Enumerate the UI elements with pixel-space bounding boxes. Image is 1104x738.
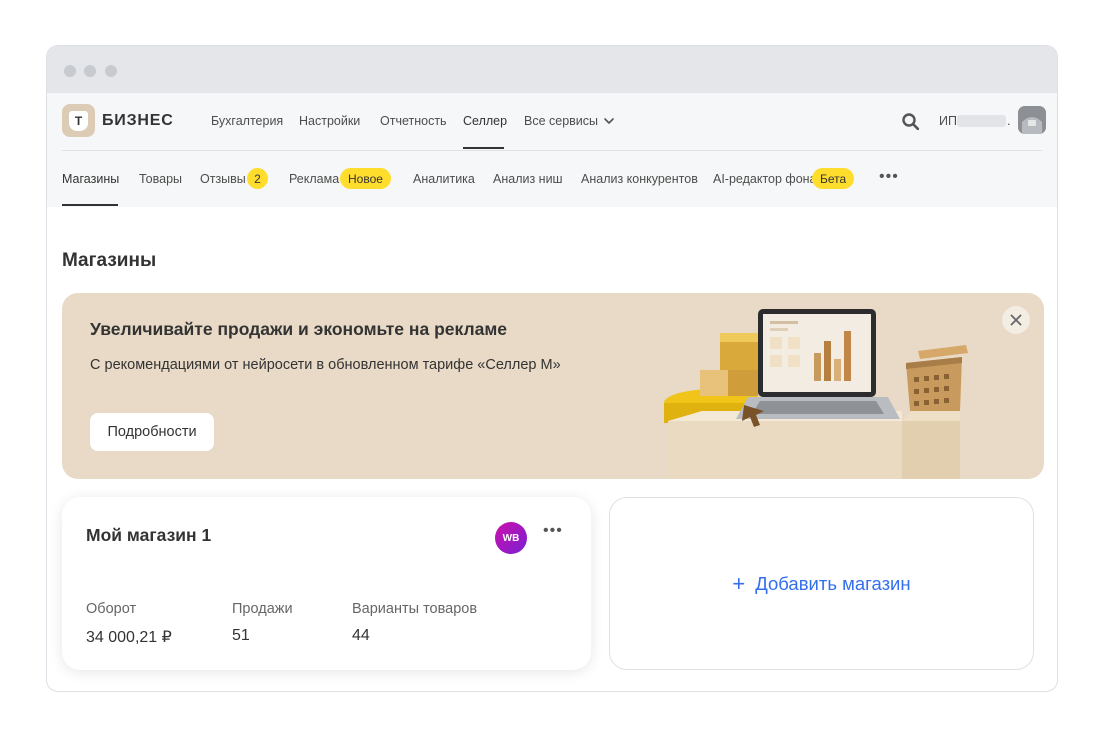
- tab-products[interactable]: Товары: [139, 172, 182, 186]
- stat-value-turnover: 34 000,21 ₽: [86, 629, 172, 646]
- sub-navigation: Магазины Товары Отзывы 2 Реклама Новое А…: [47, 151, 1057, 207]
- window-titlebar: [47, 46, 1057, 93]
- promo-illustration: [664, 309, 968, 479]
- account-name[interactable]: ИП: [939, 114, 957, 128]
- brand-name: БИЗНЕС: [102, 111, 174, 129]
- tab-stores[interactable]: Магазины: [62, 172, 119, 186]
- wildberries-icon: WB: [495, 522, 527, 554]
- nav-item-accounting[interactable]: Бухгалтерия: [211, 114, 283, 128]
- stat-value-product-variants: 44: [352, 627, 370, 644]
- nav-item-all-services[interactable]: Все сервисы: [524, 114, 614, 128]
- tab-analytics[interactable]: Аналитика: [413, 172, 475, 186]
- tab-ads[interactable]: Реклама: [289, 172, 339, 186]
- chevron-down-icon: [604, 118, 614, 124]
- nav-item-all-services-label: Все сервисы: [524, 114, 599, 128]
- brand-logo[interactable]: Т БИЗНЕС: [62, 104, 174, 137]
- tab-competitor-analysis[interactable]: Анализ конкурентов: [581, 172, 698, 186]
- window-control-dot[interactable]: [105, 65, 117, 77]
- add-store-label: Добавить магазин: [755, 572, 911, 594]
- window-control-dot[interactable]: [84, 65, 96, 77]
- stat-value-sales: 51: [232, 627, 250, 644]
- nav-item-seller[interactable]: Селлер: [463, 114, 507, 128]
- avatar[interactable]: [1018, 106, 1046, 134]
- new-badge: Новое: [340, 168, 391, 189]
- top-navigation: Т БИЗНЕС Бухгалтерия Настройки Отчетност…: [47, 93, 1057, 151]
- browser-window: Т БИЗНЕС Бухгалтерия Настройки Отчетност…: [46, 45, 1058, 692]
- tab-niche-analysis[interactable]: Анализ ниш: [493, 172, 563, 186]
- page-title: Магазины: [62, 250, 157, 271]
- close-icon: [1010, 314, 1022, 326]
- nav-item-settings[interactable]: Настройки: [299, 114, 360, 128]
- close-promo-button[interactable]: [1002, 306, 1030, 334]
- promo-details-button[interactable]: Подробности: [90, 413, 214, 451]
- stat-label-turnover: Оборот: [86, 601, 137, 617]
- promo-subtitle: С рекомендациями от нейросети в обновлен…: [90, 357, 561, 373]
- store-card[interactable]: Мой магазин 1 WB ••• Оборот 34 000,21 ₽ …: [62, 497, 591, 670]
- store-more-icon[interactable]: •••: [543, 522, 563, 540]
- logo-icon: Т: [62, 104, 95, 137]
- beta-badge: Бета: [812, 168, 855, 189]
- tab-ai-background-editor[interactable]: AI-редактор фона: [713, 172, 817, 186]
- plus-icon: +: [732, 570, 746, 596]
- logo-shield: Т: [69, 110, 88, 131]
- promo-banner: Увеличивайте продажи и экономьте на рекл…: [62, 293, 1044, 479]
- more-tabs-icon[interactable]: •••: [879, 168, 899, 186]
- add-store-button[interactable]: + Добавить магазин: [609, 497, 1034, 670]
- nav-item-reports[interactable]: Отчетность: [380, 114, 447, 128]
- store-name: Мой магазин 1: [86, 525, 212, 545]
- reviews-count-badge: 2: [247, 168, 268, 189]
- avatar-image: [1018, 106, 1046, 134]
- active-nav-indicator: [463, 147, 504, 149]
- window-control-dot[interactable]: [64, 65, 76, 77]
- promo-title: Увеличивайте продажи и экономьте на рекл…: [90, 319, 507, 339]
- active-tab-indicator: [62, 204, 118, 206]
- account-name-redacted: [957, 115, 1006, 127]
- account-name-suffix: .: [1007, 114, 1011, 128]
- stat-label-sales: Продажи: [232, 601, 293, 617]
- stat-label-product-variants: Варианты товаров: [352, 601, 478, 617]
- tab-reviews[interactable]: Отзывы: [200, 172, 246, 186]
- search-icon[interactable]: [901, 112, 921, 132]
